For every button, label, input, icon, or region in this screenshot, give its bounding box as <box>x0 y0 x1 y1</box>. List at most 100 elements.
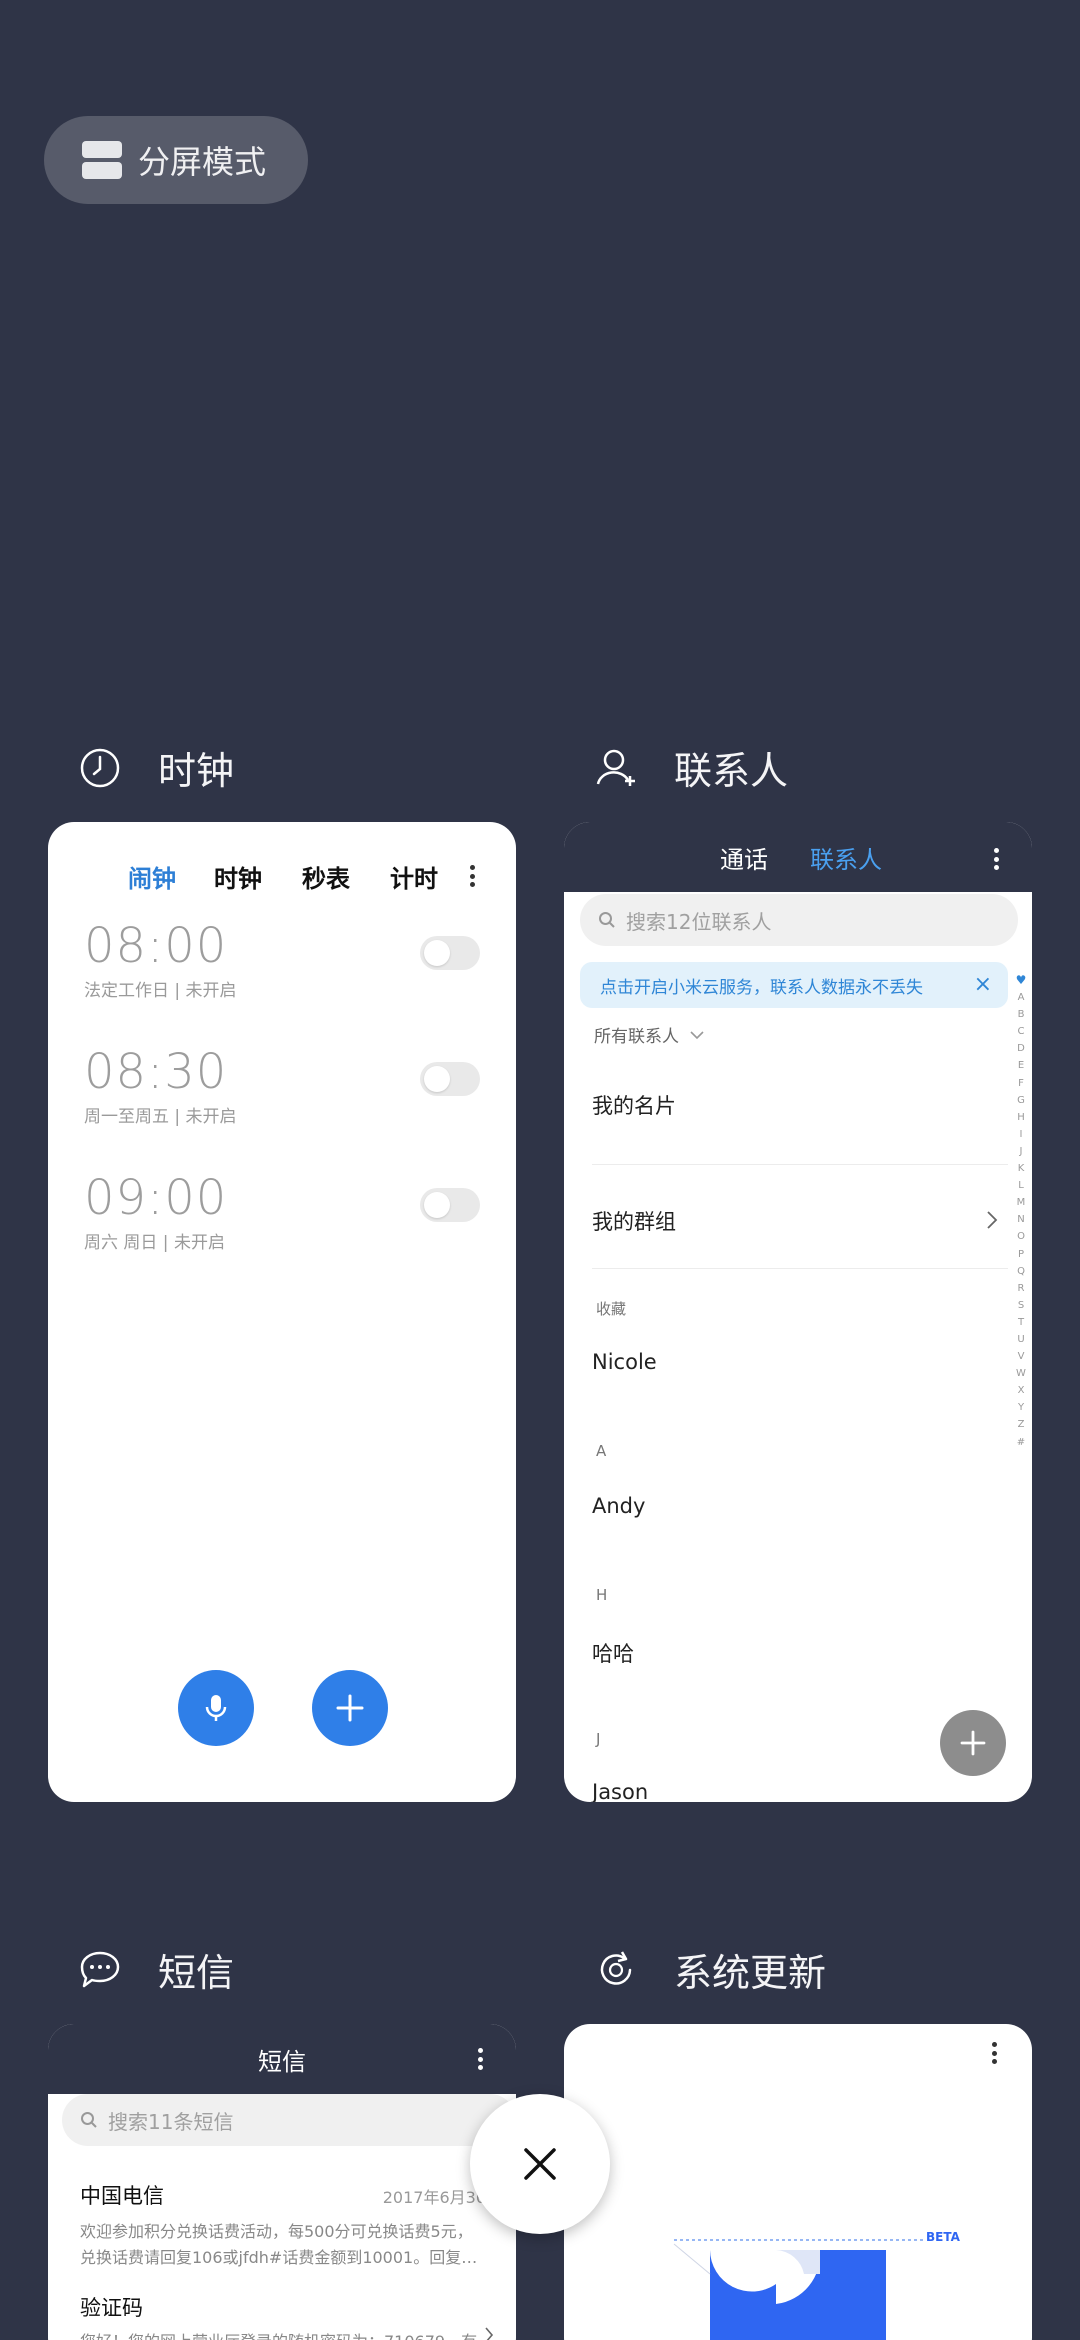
alarm-toggle[interactable] <box>420 936 480 970</box>
index-letter[interactable]: S <box>1018 1297 1024 1314</box>
contacts-icon <box>596 749 635 786</box>
alarm-item[interactable]: 08:30 周一至周五 | 未开启 <box>84 1044 480 1154</box>
messages-app-card[interactable]: 短信 搜索11条短信 中国电信 2017年6月30 欢迎参加积分兑换话费活动，每… <box>48 2024 516 2340</box>
messages-more-icon[interactable] <box>478 2048 484 2070</box>
contacts-more-icon[interactable] <box>994 848 1000 870</box>
contacts-app-header[interactable]: 联系人 <box>594 740 788 795</box>
contact-item[interactable]: Nicole <box>592 1350 657 1374</box>
message-thread[interactable]: 验证码 您好！您的网上营业厅登录的随机密码为：710679。有 <box>80 2292 486 2340</box>
add-alarm-button[interactable] <box>312 1670 388 1746</box>
my-card-item[interactable]: 我的名片 <box>592 1090 676 1120</box>
index-letter[interactable]: Z <box>1018 1416 1025 1433</box>
tab-alarm[interactable]: 闹钟 <box>128 859 176 894</box>
refresh-icon <box>600 1950 632 1985</box>
search-icon <box>599 912 615 928</box>
divider <box>592 1164 1008 1165</box>
index-letter[interactable]: E <box>1018 1057 1024 1074</box>
index-letter[interactable]: A <box>1018 989 1025 1006</box>
index-letter[interactable]: O <box>1017 1228 1025 1245</box>
my-groups-item[interactable]: 我的群组 <box>592 1206 676 1236</box>
split-screen-label: 分屏模式 <box>138 143 267 181</box>
alarm-toggle[interactable] <box>420 1188 480 1222</box>
microphone-icon <box>205 1695 227 1721</box>
index-letter[interactable]: W <box>1016 1365 1026 1382</box>
messages-title: 短信 <box>258 2048 306 2076</box>
contact-item[interactable]: Andy <box>592 1494 645 1518</box>
alarm-toggle[interactable] <box>420 1062 480 1096</box>
clock-app-card[interactable]: 闹钟 时钟 秒表 计时 08:00 法定工作日 | 未开启 08:30 周一至周… <box>48 822 516 1802</box>
beta-badge: BETA <box>926 2230 960 2244</box>
contact-item[interactable]: 哈哈 <box>592 1638 634 1668</box>
clock-app-header[interactable]: 时钟 <box>78 740 234 795</box>
index-letter[interactable]: I <box>1020 1126 1023 1143</box>
contacts-filter[interactable]: 所有联系人 <box>594 1022 705 1047</box>
index-letter[interactable]: X <box>1018 1382 1025 1399</box>
divider <box>592 1268 1008 1269</box>
index-letter[interactable]: T <box>1018 1314 1024 1331</box>
index-letter[interactable]: C <box>1018 1023 1025 1040</box>
thread-sender: 验证码 <box>80 2296 143 2320</box>
chevron-down-icon <box>690 1030 704 1039</box>
clock-app-name: 时钟 <box>158 749 235 793</box>
index-letter[interactable]: Q <box>1017 1263 1025 1280</box>
index-letter[interactable]: B <box>1018 1006 1025 1023</box>
cloud-sync-banner[interactable]: 点击开启小米云服务，联系人数据永不丢失 × <box>580 962 1008 1008</box>
tab-calls[interactable]: 通话 <box>720 840 768 875</box>
index-letter[interactable]: D <box>1017 1040 1025 1057</box>
contacts-tabs: 通话 联系人 <box>564 840 1032 880</box>
favorites-heart-icon: ♥ <box>1015 973 1027 987</box>
index-letter[interactable]: F <box>1018 1075 1024 1092</box>
clock-tabs: 闹钟 时钟 秒表 计时 <box>48 846 516 906</box>
section-header: H <box>596 1586 608 1604</box>
message-thread[interactable]: 中国电信 2017年6月30 欢迎参加积分兑换话费活动，每500分可兑换话费5元… <box>80 2180 486 2268</box>
index-letter[interactable]: G <box>1017 1092 1025 1109</box>
tab-contacts[interactable]: 联系人 <box>810 840 882 875</box>
clock-more-icon[interactable] <box>470 865 476 887</box>
thread-date: 2017年6月30 <box>382 2188 486 2207</box>
split-screen-button[interactable]: 分屏模式 <box>44 116 308 204</box>
tab-stopwatch[interactable]: 秒表 <box>302 859 350 894</box>
alarm-repeat: 周一至周五 | 未开启 <box>84 1107 237 1127</box>
clear-all-button[interactable] <box>470 2094 610 2234</box>
search-icon <box>81 2112 97 2128</box>
index-letter[interactable]: Y <box>1018 1399 1024 1416</box>
index-letter[interactable]: M <box>1017 1194 1026 1211</box>
updater-app-card[interactable]: BETA <box>564 2024 1032 2340</box>
index-letter[interactable]: U <box>1017 1331 1024 1348</box>
section-header: 收藏 <box>596 1300 627 1318</box>
index-letter[interactable]: N <box>1017 1211 1024 1228</box>
index-letter[interactable]: P <box>1018 1246 1024 1263</box>
tab-timer[interactable]: 计时 <box>390 859 438 894</box>
updater-app-name: 系统更新 <box>674 1951 827 1995</box>
chevron-right-icon <box>987 1211 998 1229</box>
index-letter[interactable]: # <box>1017 1434 1025 1451</box>
tab-clock[interactable]: 时钟 <box>214 859 262 894</box>
contacts-app-card[interactable]: 通话 联系人 搜索12位联系人 点击开启小米云服务，联系人数据永不丢失 × 所有… <box>564 822 1032 1802</box>
clock-icon <box>80 748 120 787</box>
messages-app-header[interactable]: 短信 <box>78 1942 234 1997</box>
contacts-search-input[interactable]: 搜索12位联系人 <box>580 894 1018 946</box>
section-header: A <box>596 1442 607 1460</box>
update-illustration <box>673 2239 924 2340</box>
close-icon <box>524 2148 556 2180</box>
alarm-item[interactable]: 08:00 法定工作日 | 未开启 <box>84 918 480 1028</box>
index-letter[interactable]: H <box>1017 1109 1025 1126</box>
close-banner-icon[interactable]: × <box>974 972 992 997</box>
index-letter[interactable]: R <box>1018 1280 1025 1297</box>
contact-item[interactable]: Jason <box>592 1780 648 1802</box>
alphabet-index[interactable]: ♥ A B C D E F G H I J K L M N O P Q R S … <box>1015 972 1027 1451</box>
plus-icon <box>960 1730 986 1756</box>
updater-app-header[interactable]: 系统更新 <box>594 1942 826 1997</box>
index-letter[interactable]: V <box>1018 1348 1025 1365</box>
voice-alarm-button[interactable] <box>178 1670 254 1746</box>
add-contact-button[interactable] <box>940 1710 1006 1776</box>
plus-icon <box>336 1694 364 1722</box>
contacts-search-placeholder: 搜索12位联系人 <box>626 909 772 934</box>
index-letter[interactable]: L <box>1018 1177 1024 1194</box>
index-letter[interactable]: J <box>1020 1143 1023 1160</box>
contacts-app-name: 联系人 <box>674 749 789 793</box>
messages-search-input[interactable]: 搜索11条短信 <box>62 2094 516 2146</box>
index-letter[interactable]: K <box>1018 1160 1025 1177</box>
alarm-item[interactable]: 09:00 周六 周日 | 未开启 <box>84 1170 480 1280</box>
alarm-repeat: 法定工作日 | 未开启 <box>84 981 237 1001</box>
